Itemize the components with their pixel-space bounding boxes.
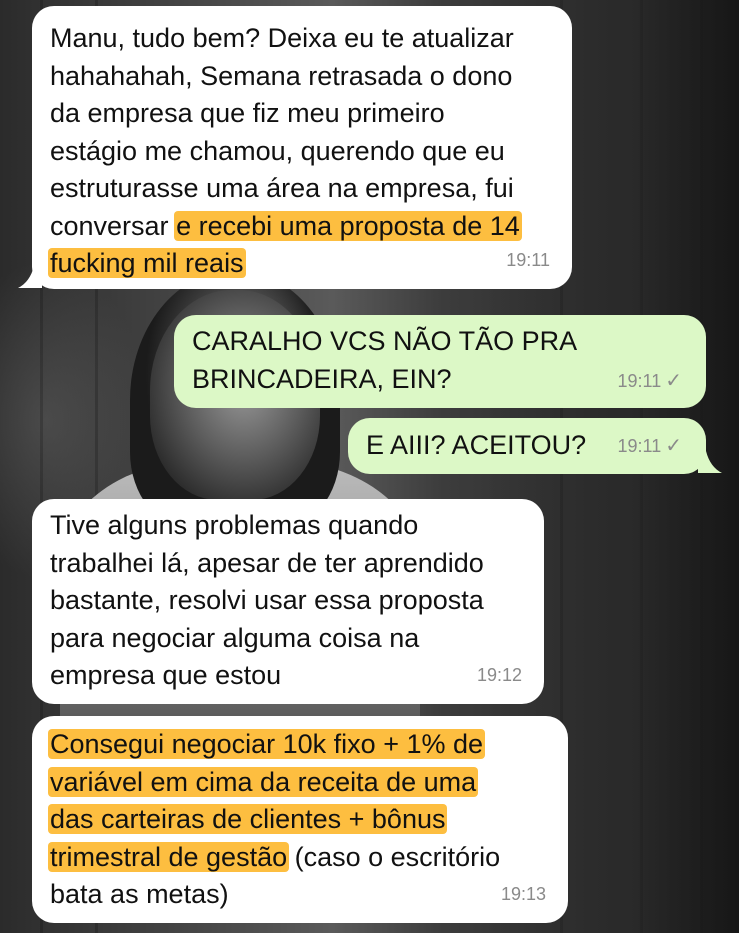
message-line: BRINCADEIRA, EIN? [192,361,577,399]
bubble-tail-incoming [18,266,42,288]
message-text-segment: bata as metas) [50,879,229,909]
message-line: conversar e recebi uma proposta de 14 [50,208,522,246]
message-line: E AIII? ACEITOU? [366,427,586,465]
message-line: trimestral de gestão (caso o escritório [48,839,501,877]
message-line: trabalhei lá, apesar de ter aprendido [50,545,484,583]
highlighted-text: das carteiras de clientes + bônus [48,804,448,834]
message-meta: 19:11 [506,242,550,280]
message-text-segment: (caso o escritório [287,841,501,872]
message-text: Tive alguns problemas quando trabalhei lá… [50,507,484,695]
message-text-segment: estruturasse uma área na empresa, fui [50,173,514,203]
message-bubble-outgoing[interactable]: E AIII? ACEITOU? 19:11 ✓ [348,418,706,474]
message-text-segment: Tive alguns problemas quando [50,510,419,540]
message-meta: 19:11 ✓ [618,428,682,466]
message-text-segment: estágio me chamou, querendo que eu [50,135,505,166]
message-line: empresa que estou [50,657,484,695]
message-text-segment: empresa que estou [50,660,282,690]
message-time: 19:11 [617,435,662,456]
message-time: 19:13 [500,883,546,904]
single-check-icon: ✓ [665,434,682,457]
message-text-segment: para negociar alguma coisa na [50,622,420,653]
message-bubble-incoming[interactable]: Manu, tudo bem? Deixa eu te atualizar hah… [32,6,572,289]
message-text-segment: da empresa que fiz meu primeiro [50,98,445,128]
message-line: variável em cima da receita de uma [48,764,500,802]
highlighted-text: Consegui negociar 10k fixo + 1% de [48,729,486,759]
highlighted-text: trimestral de gestão [48,841,290,872]
message-text-segment: bastante, resolvi usar essa proposta [50,585,484,615]
message-text: Manu, tudo bem? Deixa eu te atualizar hah… [48,20,522,283]
message-line: fucking mil reais [48,245,520,283]
message-line: bastante, resolvi usar essa proposta [50,582,484,620]
message-line: das carteiras de clientes + bônus [48,801,500,839]
message-time: 19:11 [617,370,662,391]
message-line: estruturasse uma área na empresa, fui [50,170,520,208]
message-text-segment: Manu, tudo bem? Deixa eu te atualizar [50,23,514,53]
message-line: CARALHO VCS NÃO TÃO PRA [192,323,577,361]
highlighted-text: fucking mil reais [48,248,246,278]
message-line: Tive alguns problemas quando [50,507,484,545]
message-meta: 19:11 ✓ [618,363,682,401]
message-time: 19:12 [476,664,522,685]
message-line: Consegui negociar 10k fixo + 1% de [48,726,500,764]
message-bubble-incoming[interactable]: Consegui negociar 10k fixo + 1% de variáv… [32,716,568,923]
message-meta: 19:12 [477,657,522,695]
message-line: bata as metas) [50,876,500,914]
highlighted-text: variável em cima da receita de uma [48,766,479,797]
message-text-segment: trabalhei lá, apesar de ter aprendido [50,547,484,578]
message-text-segment: conversar [50,210,177,241]
bubble-tail-outgoing [698,451,722,473]
message-text: Consegui negociar 10k fixo + 1% de variáv… [48,726,501,914]
message-line: Manu, tudo bem? Deixa eu te atualizar [50,20,520,58]
message-line: da empresa que fiz meu primeiro [50,95,520,133]
message-bubble-outgoing[interactable]: CARALHO VCS NÃO TÃO PRA BRINCADEIRA, EIN?… [174,315,706,408]
single-check-icon: ✓ [665,369,682,392]
message-line: estágio me chamou, querendo que eu [50,133,520,171]
message-text-segment: BRINCADEIRA, EIN? [192,363,452,394]
message-text-segment: CARALHO VCS NÃO TÃO PRA [192,326,578,356]
message-time: 19:11 [506,249,550,270]
message-text-segment: hahahahah, Semana retrasada o dono [50,60,513,91]
message-text-segment: E AIII? ACEITOU? [366,430,587,460]
highlighted-text: e recebi uma proposta de 14 [174,210,522,241]
message-line: hahahahah, Semana retrasada o dono [50,58,520,96]
message-text: E AIII? ACEITOU? [366,427,586,465]
message-line: para negociar alguma coisa na [50,620,484,658]
message-bubble-incoming[interactable]: Tive alguns problemas quando trabalhei lá… [32,499,544,704]
message-text: CARALHO VCS NÃO TÃO PRA BRINCADEIRA, EIN? [192,323,577,398]
message-meta: 19:13 [501,876,546,914]
